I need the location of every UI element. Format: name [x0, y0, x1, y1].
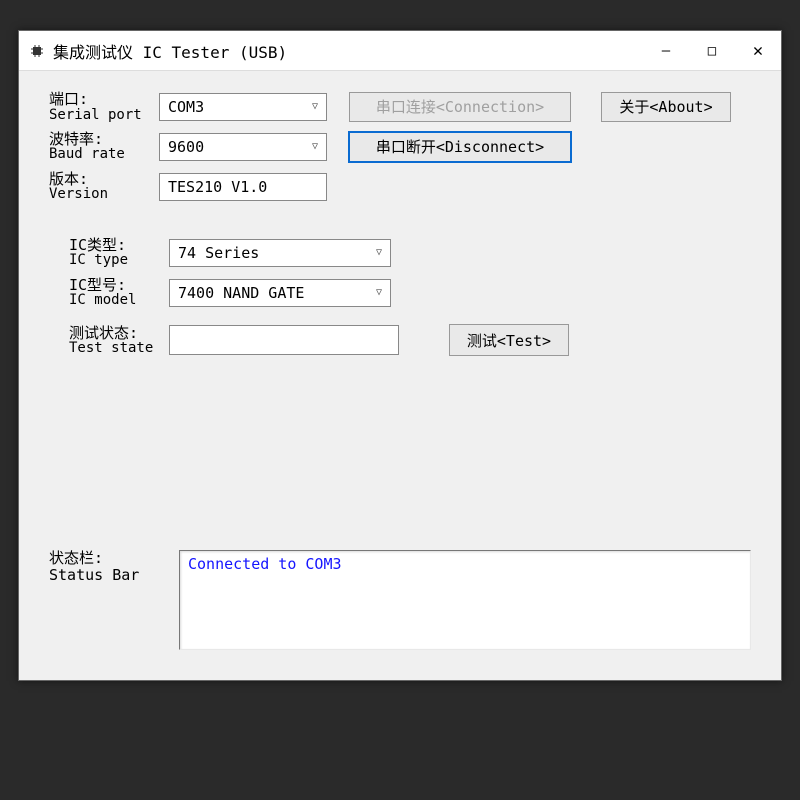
ic-type-label-en: IC type [69, 253, 169, 268]
test-state-label-en: Test state [69, 341, 169, 356]
test-state-field[interactable] [169, 325, 399, 355]
serial-port-select[interactable]: COM3 ▽ [159, 93, 327, 121]
version-label: 版本: Version [49, 171, 159, 203]
baud-rate-value: 9600 [168, 138, 204, 156]
version-row: 版本: Version TES210 V1.0 [49, 171, 751, 203]
status-bar-label-cn: 状态栏: [49, 550, 179, 567]
test-state-label-cn: 测试状态: [69, 325, 169, 342]
content-area: 端口: Serial port COM3 ▽ 串口连接<Connection> … [19, 71, 781, 680]
disconnect-button[interactable]: 串口断开<Disconnect> [349, 132, 571, 162]
ic-type-select[interactable]: 74 Series ▽ [169, 239, 391, 267]
serial-port-row: 端口: Serial port COM3 ▽ 串口连接<Connection> … [49, 91, 751, 123]
version-value: TES210 V1.0 [168, 178, 267, 196]
version-label-en: Version [49, 187, 159, 202]
ic-type-label: IC类型: IC type [69, 237, 169, 269]
ic-model-select[interactable]: 7400 NAND GATE ▽ [169, 279, 391, 307]
serial-port-label-en: Serial port [49, 108, 159, 123]
app-window: 集成测试仪 IC Tester (USB) — □ ✕ 端口: Serial p… [18, 30, 782, 681]
connect-button: 串口连接<Connection> [349, 92, 571, 122]
serial-port-value: COM3 [168, 98, 204, 116]
titlebar: 集成测试仪 IC Tester (USB) — □ ✕ [19, 31, 781, 71]
serial-port-label: 端口: Serial port [49, 91, 159, 123]
chevron-down-icon: ▽ [376, 287, 382, 298]
status-bar-label-en: Status Bar [49, 567, 179, 584]
version-field[interactable]: TES210 V1.0 [159, 173, 327, 201]
baud-rate-label-cn: 波特率: [49, 131, 159, 148]
ic-model-label-en: IC model [69, 293, 169, 308]
close-button[interactable]: ✕ [735, 31, 781, 71]
chevron-down-icon: ▽ [312, 141, 318, 152]
app-chip-icon [29, 43, 45, 59]
test-state-label: 测试状态: Test state [69, 325, 169, 357]
ic-model-value: 7400 NAND GATE [178, 284, 304, 302]
baud-rate-select[interactable]: 9600 ▽ [159, 133, 327, 161]
about-button[interactable]: 关于<About> [601, 92, 731, 122]
ic-type-value: 74 Series [178, 244, 259, 262]
minimize-button[interactable]: — [643, 31, 689, 71]
ic-model-label-cn: IC型号: [69, 277, 169, 294]
serial-port-label-cn: 端口: [49, 91, 159, 108]
status-bar-output: Connected to COM3 [179, 550, 751, 650]
ic-type-label-cn: IC类型: [69, 237, 169, 254]
baud-rate-label-en: Baud rate [49, 147, 159, 162]
version-label-cn: 版本: [49, 171, 159, 188]
ic-model-row: IC型号: IC model 7400 NAND GATE ▽ [49, 277, 751, 309]
vertical-gap [49, 362, 751, 550]
ic-model-label: IC型号: IC model [69, 277, 169, 309]
baud-rate-row: 波特率: Baud rate 9600 ▽ 串口断开<Disconnect> [49, 131, 751, 163]
status-bar-label: 状态栏: Status Bar [49, 550, 179, 583]
window-title: 集成测试仪 IC Tester (USB) [53, 39, 643, 63]
chevron-down-icon: ▽ [376, 247, 382, 258]
ic-type-row: IC类型: IC type 74 Series ▽ [49, 237, 751, 269]
chevron-down-icon: ▽ [312, 101, 318, 112]
baud-rate-label: 波特率: Baud rate [49, 131, 159, 163]
status-bar-text: Connected to COM3 [188, 555, 342, 573]
test-state-row: 测试状态: Test state 测试<Test> [49, 324, 751, 356]
maximize-button[interactable]: □ [689, 31, 735, 71]
status-bar-row: 状态栏: Status Bar Connected to COM3 [49, 550, 751, 650]
section-gap [49, 209, 751, 237]
test-button[interactable]: 测试<Test> [449, 324, 569, 356]
window-controls: — □ ✕ [643, 31, 781, 71]
